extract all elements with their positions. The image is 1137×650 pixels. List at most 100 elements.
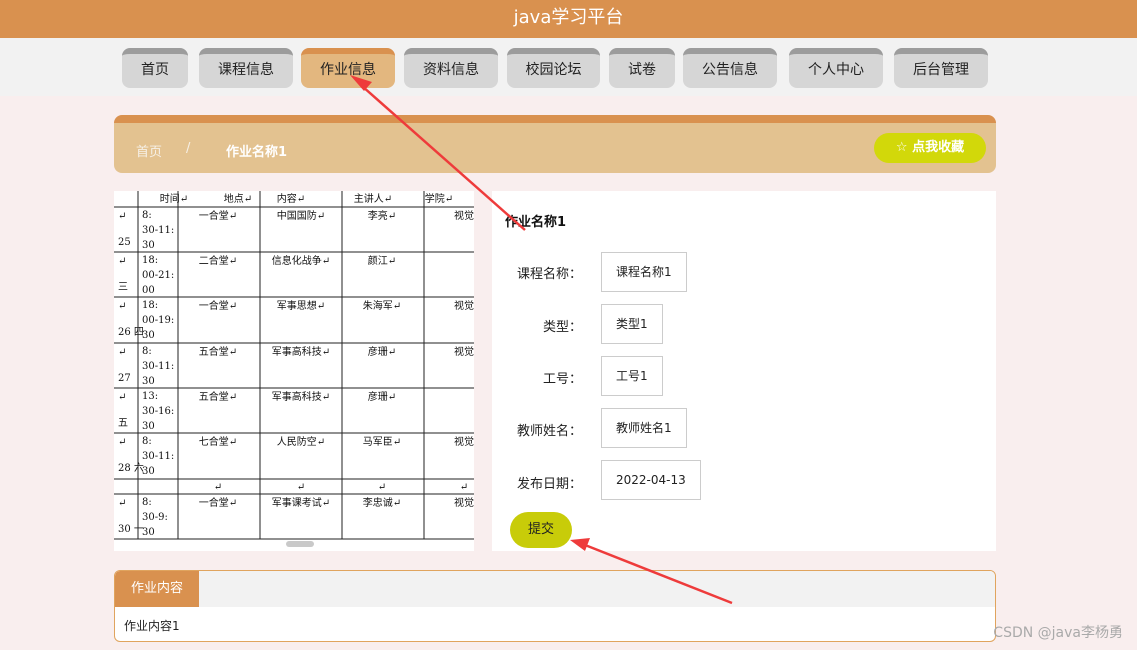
course-name-value: 课程名称1 [601,252,687,292]
schedule-table-image: 时间↵ 地点↵ 内容↵ 主讲人↵ 学院↵ ↵ 25 8: 30-11: 30 一合堂↵ 中国国防↵ 李亮… [114,191,474,547]
app-header: java学习平台 [0,0,1137,38]
schedule-header-cell: 主讲人↵ [354,192,392,205]
homework-detail-panel: 作业名称1 课程名称： 课程名称1 类型： 类型1 工号： 工号1 教师姓名： … [492,191,996,551]
nav-item-homework-info[interactable]: 作业信息 [301,48,395,88]
schedule-time-cell: 30-11: [142,451,174,462]
schedule-speaker-cell: 彦珊↵ [368,345,396,358]
nav-item-campus-forum[interactable]: 校园论坛 [507,48,600,88]
type-label: 类型： [542,320,582,335]
schedule-content-cell: 军事课考试↵ [272,496,330,509]
favorite-button-label: 点我收藏 [912,140,965,155]
app-title: java学习平台 [513,7,624,28]
star-outline-icon: ☆ [895,140,908,155]
schedule-speaker-cell: 颜江↵ [368,254,396,267]
schedule-college-cell: 视觉 [454,209,474,222]
schedule-date-cell: 28 六 [118,462,144,474]
schedule-time-cell: 18: [142,300,158,311]
breadcrumb-home-link[interactable]: 首页 [136,141,162,160]
schedule-content-cell: 信息化战争↵ [272,254,330,267]
schedule-time-cell: 00 [142,285,155,296]
schedule-time-cell: 00-19: [142,315,174,326]
schedule-cell: ↵ [297,482,305,493]
schedule-cell: ↵ [118,256,126,267]
schedule-content-cell: 人民防空↵ [277,435,325,448]
teacher-name-label: 教师姓名： [516,424,582,439]
schedule-content-cell: 军事高科技↵ [272,390,330,403]
nav-item-announcements[interactable]: 公告信息 [683,48,777,88]
schedule-time-cell: 30-11: [142,225,174,236]
schedule-content-cell: 军事思想↵ [277,299,325,312]
nav-item-material-info[interactable]: 资料信息 [404,48,498,88]
schedule-speaker-cell: 李忠诚↵ [363,496,401,509]
image-scroll-handle [286,541,314,547]
homework-content-text: 作业内容1 [124,619,180,633]
schedule-place-cell: 一合堂↵ [199,209,237,222]
schedule-college-cell: 视觉 [454,496,474,509]
schedule-content-cell: 中国国防↵ [277,209,325,222]
schedule-cell: ↵ [118,392,126,403]
nav-item-course-info[interactable]: 课程信息 [199,48,293,88]
schedule-speaker-cell: 彦珊↵ [368,390,396,403]
staff-id-value: 工号1 [601,356,663,396]
schedule-time-cell: 30 [142,240,155,251]
breadcrumb-separator: / [186,141,191,156]
schedule-header-cell: 学院↵ [425,192,453,205]
homework-image: 时间↵ 地点↵ 内容↵ 主讲人↵ 学院↵ ↵ 25 8: 30-11: 30 一合堂↵ 中国国防↵ 李亮… [114,191,474,551]
nav-item-personal-center[interactable]: 个人中心 [789,48,883,88]
schedule-place-cell: 二合堂↵ [199,254,237,267]
schedule-place-cell: 五合堂↵ [199,345,237,358]
schedule-place-cell: 一合堂↵ [199,299,237,312]
schedule-time-cell: 30 [142,466,155,477]
publish-date-value: 2022-04-13 [601,460,701,500]
schedule-college-cell: 视觉 [454,345,474,358]
schedule-cell: ↵ [118,498,126,509]
schedule-time-cell: 8: [142,436,152,447]
schedule-date-cell: 27 [118,373,131,384]
schedule-time-cell: 30-16: [142,406,174,417]
schedule-time-cell: 30 [142,421,155,432]
course-name-label: 课程名称： [516,267,582,282]
schedule-content-cell: 军事高科技↵ [272,345,330,358]
schedule-time-cell: 30-11: [142,361,174,372]
teacher-name-value: 教师姓名1 [601,408,687,448]
schedule-cell: ↵ [118,211,126,222]
tab-homework-content[interactable]: 作业内容 [115,571,199,607]
schedule-date-cell: 26 四 [118,327,144,338]
schedule-time-cell: 8: [142,210,152,221]
schedule-cell: ↵ [118,347,126,358]
schedule-speaker-cell: 马军臣↵ [363,436,401,448]
schedule-place-cell: 七合堂↵ [199,435,237,448]
schedule-place-cell: 一合堂↵ [199,496,237,509]
schedule-time-cell: 30 [142,376,155,387]
submit-button[interactable]: 提交 [510,512,572,548]
type-value: 类型1 [601,304,663,344]
nav-bar: 首页 课程信息 作业信息 资料信息 校园论坛 试卷 公告信息 个人中心 后台管理 [0,38,1137,96]
tab-strip [115,571,995,607]
schedule-cell: ↵ [214,482,222,493]
homework-title: 作业名称1 [505,215,567,230]
schedule-speaker-cell: 李亮↵ [368,209,396,222]
watermark: CSDN @java李杨勇 [993,625,1123,641]
breadcrumb-current: 作业名称1 [226,145,288,160]
schedule-date-cell: 三 [118,282,128,293]
schedule-cell: ↵ [118,437,126,448]
schedule-place-cell: 五合堂↵ [199,390,237,403]
schedule-time-cell: 30-9: [142,512,168,523]
schedule-speaker-cell: 朱海军↵ [363,299,401,312]
nav-item-exam-paper[interactable]: 试卷 [609,48,675,88]
schedule-time-cell: 30 [142,330,155,341]
nav-item-admin[interactable]: 后台管理 [894,48,988,88]
schedule-time-cell: 8: [142,346,152,357]
schedule-header-cell: 内容↵ [277,192,305,205]
favorite-button[interactable]: ☆ 点我收藏 [874,133,986,163]
nav-item-home[interactable]: 首页 [122,48,188,88]
schedule-time-cell: 13: [142,391,158,402]
schedule-time-cell: 30 [142,527,155,538]
schedule-date-cell: 25 [118,237,131,248]
schedule-header-cell: 时间↵ [160,192,188,205]
homework-content-tabs: 作业内容 作业内容1 [114,570,996,642]
schedule-date-cell: 五 [118,418,128,429]
schedule-header-cell: 地点↵ [224,192,252,205]
schedule-cell: ↵ [378,482,386,493]
schedule-date-cell: 30 一 [118,524,144,535]
